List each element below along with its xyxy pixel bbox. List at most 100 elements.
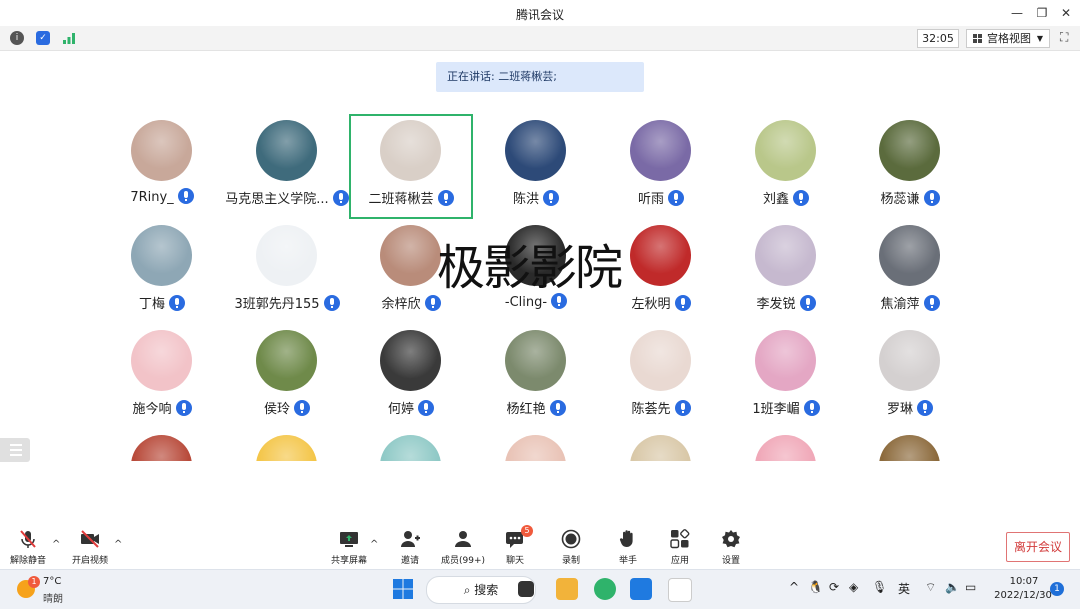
participant-name: 3班郭先丹155 bbox=[234, 297, 320, 312]
participant-tile[interactable]: 罗琳 bbox=[848, 324, 972, 429]
participant-avatar bbox=[755, 120, 816, 181]
weather-temp[interactable]: 7°C bbox=[43, 576, 61, 587]
mic-icon bbox=[674, 295, 691, 311]
info-icon[interactable]: i bbox=[10, 31, 24, 45]
settings-button[interactable]: 设置 bbox=[706, 529, 756, 566]
members-button[interactable]: 成员(99+) bbox=[438, 529, 488, 566]
participant-tile[interactable]: 陈洪 bbox=[474, 114, 598, 219]
raise-hand-button[interactable]: 举手 bbox=[603, 529, 653, 566]
restore-button[interactable]: ❐ bbox=[1032, 4, 1052, 22]
apps-button[interactable]: 应用 bbox=[655, 529, 705, 566]
participant-tile[interactable]: 焦渝萍 bbox=[848, 219, 972, 324]
members-icon bbox=[453, 529, 473, 549]
participant-tile[interactable]: 刘鑫 bbox=[724, 114, 848, 219]
sync-tray-icon[interactable]: ⟳ bbox=[829, 580, 839, 594]
search-label: 搜索 bbox=[474, 583, 499, 597]
microphone-tray-icon[interactable]: 🎙 bbox=[872, 580, 887, 594]
participant-tile[interactable] bbox=[474, 429, 598, 461]
participant-name-row: 焦渝萍 bbox=[848, 293, 972, 312]
snipping-tool-icon[interactable] bbox=[668, 578, 692, 602]
mic-icon bbox=[323, 295, 340, 311]
participant-tile[interactable]: 李发锐 bbox=[724, 219, 848, 324]
participant-name: 杨红艳 bbox=[506, 402, 546, 417]
participant-tile[interactable] bbox=[848, 429, 972, 461]
participant-tile[interactable] bbox=[225, 429, 349, 461]
participant-name: 罗琳 bbox=[886, 402, 913, 417]
participant-tile[interactable]: 马克思主义学院... bbox=[225, 114, 349, 219]
participant-tile[interactable]: 丁梅 bbox=[100, 219, 224, 324]
close-button[interactable]: ✕ bbox=[1056, 4, 1076, 22]
participant-name: 施今响 bbox=[132, 402, 172, 417]
task-view-icon[interactable] bbox=[518, 581, 534, 597]
participant-avatar bbox=[256, 120, 317, 181]
participant-tile[interactable]: 7Riny_ bbox=[100, 114, 224, 219]
record-button[interactable]: 录制 bbox=[546, 529, 596, 566]
participant-tile[interactable] bbox=[100, 429, 224, 461]
battery-icon[interactable]: ▭ bbox=[965, 580, 976, 594]
participant-name-row: 杨蕊谦 bbox=[848, 188, 972, 207]
participant-tile[interactable] bbox=[349, 429, 473, 461]
participant-tile[interactable]: 侯玲 bbox=[225, 324, 349, 429]
volume-icon[interactable]: 🔈 bbox=[945, 580, 960, 594]
participant-tile[interactable]: 杨红艳 bbox=[474, 324, 598, 429]
unmute-button[interactable]: 解除静音 bbox=[3, 529, 53, 566]
mic-icon bbox=[549, 400, 566, 416]
audio-options-chevron-icon[interactable]: ^ bbox=[52, 539, 60, 550]
participant-tile[interactable]: 听雨 bbox=[599, 114, 723, 219]
mic-icon bbox=[923, 190, 940, 206]
video-options-chevron-icon[interactable]: ^ bbox=[114, 539, 122, 550]
browser-icon[interactable] bbox=[594, 578, 616, 600]
clock-time[interactable]: 10:07 bbox=[1002, 576, 1046, 587]
mic-icon bbox=[923, 295, 940, 311]
apps-icon bbox=[670, 529, 690, 549]
participant-name: 陈荟先 bbox=[631, 402, 671, 417]
file-explorer-icon[interactable] bbox=[556, 578, 578, 600]
tray-overflow-chevron-icon[interactable]: ^ bbox=[789, 580, 799, 594]
participant-avatar bbox=[630, 120, 691, 181]
video-off-icon bbox=[80, 529, 100, 549]
security-tray-icon[interactable]: ◈ bbox=[849, 580, 858, 594]
minimize-button[interactable]: — bbox=[1007, 4, 1027, 22]
mic-icon bbox=[674, 400, 691, 416]
unmute-label: 解除静音 bbox=[9, 556, 46, 566]
sidebar-toggle-button[interactable] bbox=[0, 438, 30, 462]
chat-label: 聊天 bbox=[505, 556, 524, 566]
share-options-chevron-icon[interactable]: ^ bbox=[370, 539, 378, 550]
participant-tile[interactable]: 3班郭先丹155 bbox=[225, 219, 349, 324]
notification-count-badge[interactable]: 1 bbox=[1050, 582, 1064, 596]
clock-date[interactable]: 2022/12/30 bbox=[990, 590, 1056, 601]
leave-meeting-button[interactable]: 离开会议 bbox=[1006, 532, 1070, 562]
participant-name-row: 7Riny_ bbox=[100, 188, 224, 205]
tencent-meeting-app-icon[interactable] bbox=[630, 578, 652, 600]
chat-button[interactable]: 5 聊天 bbox=[490, 525, 540, 566]
start-video-label: 开启视频 bbox=[71, 556, 108, 566]
security-shield-icon[interactable]: ✓ bbox=[36, 31, 50, 45]
participant-avatar bbox=[256, 330, 317, 391]
participant-tile[interactable]: 何婷 bbox=[349, 324, 473, 429]
wifi-icon[interactable]: ⌔ bbox=[925, 580, 936, 595]
fullscreen-icon[interactable]: ⛶ bbox=[1060, 31, 1072, 43]
windows-start-icon[interactable] bbox=[392, 578, 414, 600]
start-video-button[interactable]: 开启视频 bbox=[65, 529, 115, 566]
invite-button[interactable]: 邀请 bbox=[385, 529, 435, 566]
participant-name-row: 杨红艳 bbox=[474, 398, 598, 417]
signal-strength-icon[interactable] bbox=[62, 31, 76, 45]
participant-name: 丁梅 bbox=[138, 297, 165, 312]
weather-badge: 1 bbox=[28, 576, 40, 588]
participant-name-row: 马克思主义学院... bbox=[225, 188, 349, 207]
input-method-indicator[interactable]: 英 bbox=[898, 580, 910, 597]
participant-tile[interactable]: 杨蕊谦 bbox=[848, 114, 972, 219]
participant-tile[interactable] bbox=[724, 429, 848, 461]
share-screen-button[interactable]: 共享屏幕 bbox=[324, 529, 374, 566]
participant-tile[interactable]: 陈荟先 bbox=[599, 324, 723, 429]
participant-tile[interactable]: 施今响 bbox=[100, 324, 224, 429]
participant-tile[interactable] bbox=[599, 429, 723, 461]
mic-icon bbox=[543, 190, 559, 206]
view-mode-dropdown[interactable]: 宫格视图 ▼ bbox=[966, 29, 1050, 48]
title-bar: 腾讯会议 — ❐ ✕ bbox=[0, 0, 1080, 26]
participant-tile[interactable]: 二班蒋楸芸 bbox=[349, 114, 473, 219]
participant-tile[interactable]: 1班李嵋 bbox=[724, 324, 848, 429]
weather-desc[interactable]: 晴朗 bbox=[43, 590, 63, 605]
participant-name-row: 刘鑫 bbox=[724, 188, 848, 207]
qq-tray-icon[interactable]: 🐧 bbox=[808, 580, 823, 594]
